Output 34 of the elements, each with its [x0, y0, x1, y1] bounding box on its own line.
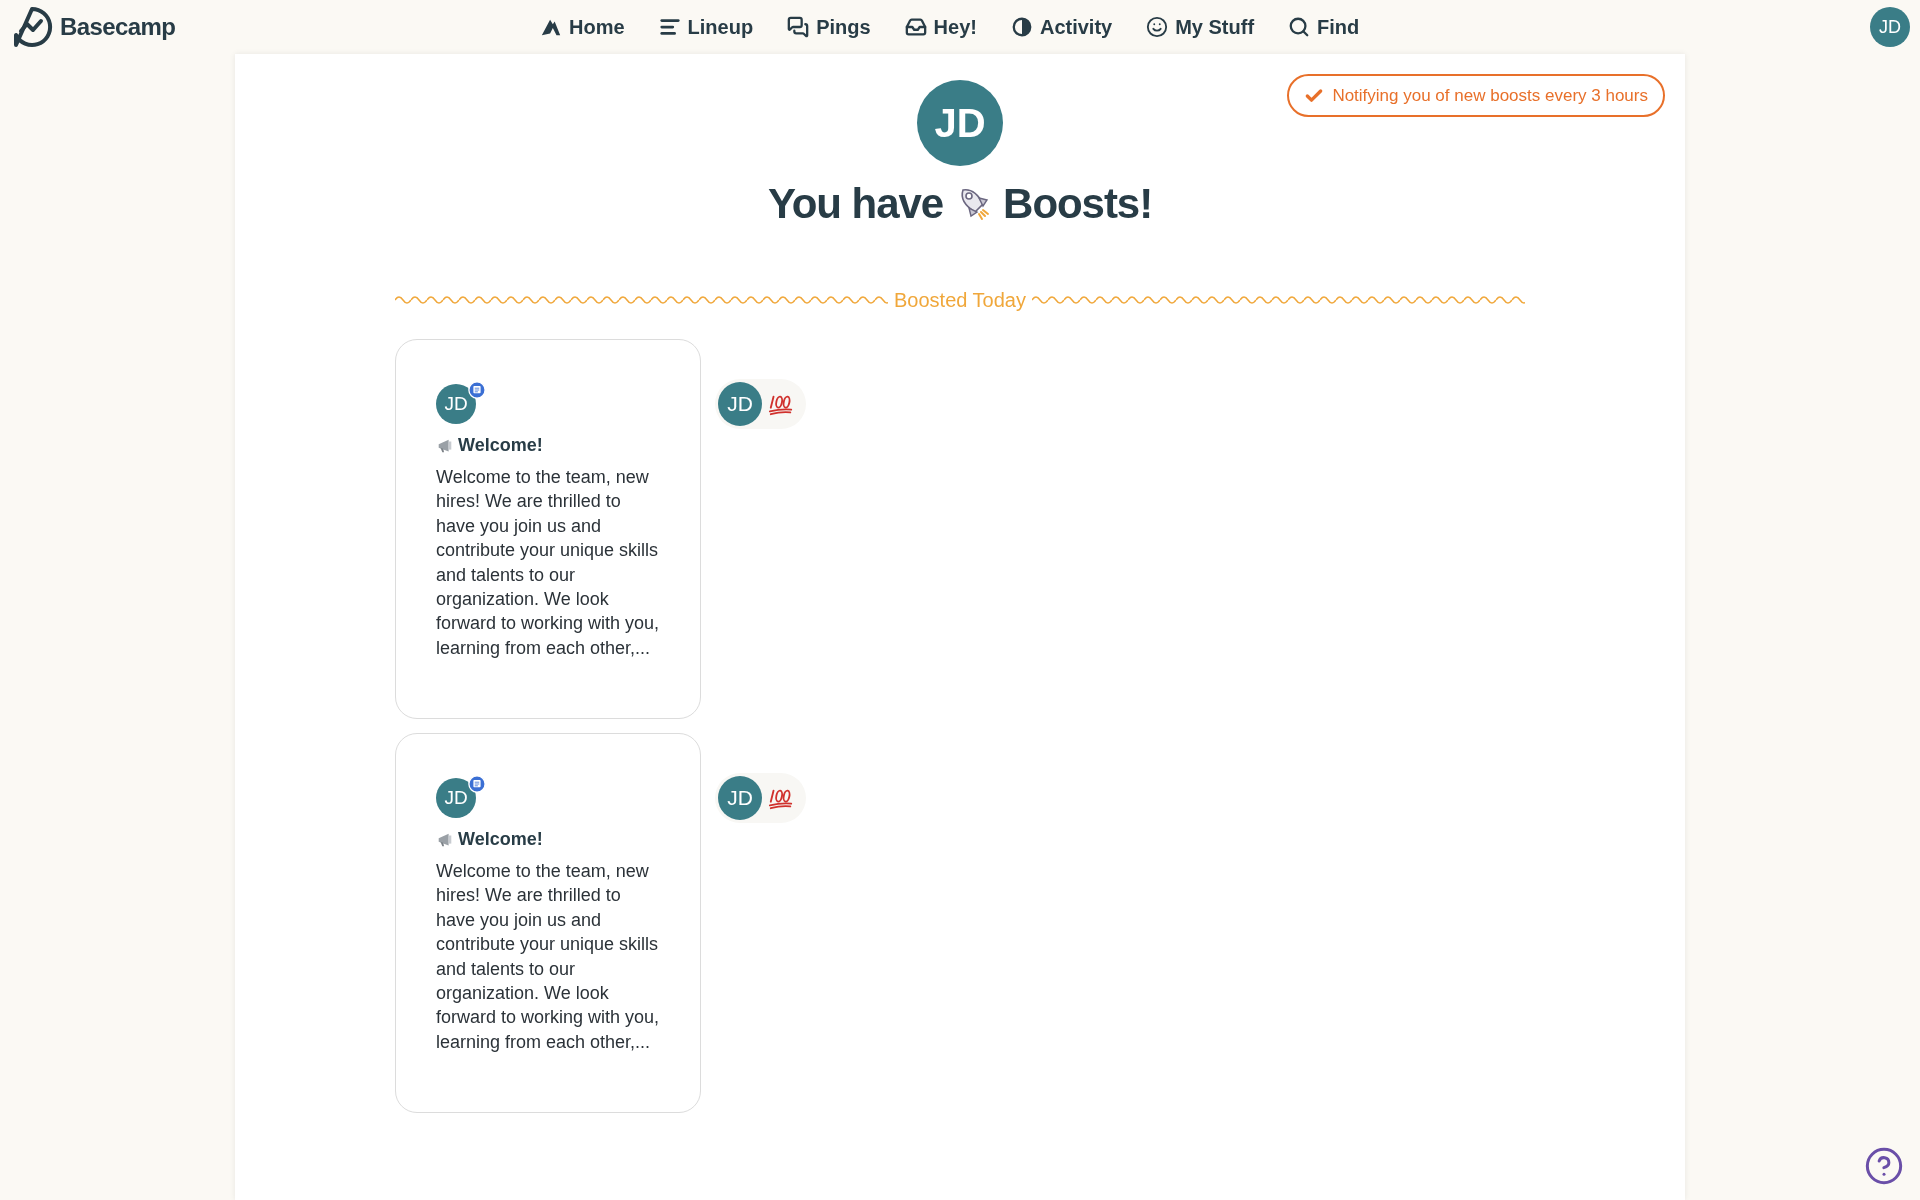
- nav-link[interactable]: Lineup: [658, 12, 754, 42]
- search-icon: [1288, 16, 1311, 38]
- chat-bubbles-icon: [787, 16, 810, 38]
- nav-link[interactable]: Home: [540, 12, 625, 42]
- boost-pill[interactable]: JD: [715, 379, 806, 429]
- message-title: Welcome!: [458, 828, 543, 851]
- message-card[interactable]: [395, 339, 701, 719]
- message-badge-icon: [468, 381, 486, 399]
- half-circle-icon: [1010, 16, 1033, 38]
- user-avatar[interactable]: JD: [1870, 7, 1910, 47]
- boost-pill[interactable]: JD: [715, 773, 806, 823]
- smiley-icon: [1146, 16, 1169, 38]
- message-excerpt: Welcome to the team, new hires! We are thrilled to have you join us and contribute your unique skills and talents to our organization. We look forward to working with you, learning from each other,...: [436, 860, 660, 1054]
- booster-avatar: JD: [718, 776, 762, 820]
- author-avatar: JD: [436, 778, 476, 818]
- lines-icon: [658, 16, 681, 38]
- message-badge-icon: [468, 775, 486, 793]
- section-title: Boosted Today: [894, 288, 1026, 313]
- message-excerpt: Welcome to the team, new hires! We are thrilled to have you join us and contribute your unique skills and talents to our organization. We look forward to working with you, learning from each other,...: [436, 466, 660, 660]
- inbox-icon: [904, 16, 927, 38]
- nav-link[interactable]: My Stuff: [1146, 12, 1255, 42]
- nav-link[interactable]: Hey!: [904, 12, 977, 42]
- message-title: Welcome!: [458, 434, 543, 457]
- page-title: You have: [767, 179, 944, 229]
- author-avatar: JD: [436, 384, 476, 424]
- profile-avatar: JD: [917, 80, 1003, 166]
- booster-avatar: JD: [718, 382, 762, 426]
- app-name[interactable]: Basecamp: [60, 9, 176, 45]
- page-title: Boosts!: [1003, 179, 1153, 229]
- nav-link[interactable]: Find: [1288, 12, 1360, 42]
- help-icon[interactable]: [1864, 1146, 1904, 1186]
- nav-link[interactable]: Pings: [787, 12, 871, 42]
- nav-link[interactable]: Activity: [1010, 12, 1113, 42]
- message-card[interactable]: [395, 733, 701, 1113]
